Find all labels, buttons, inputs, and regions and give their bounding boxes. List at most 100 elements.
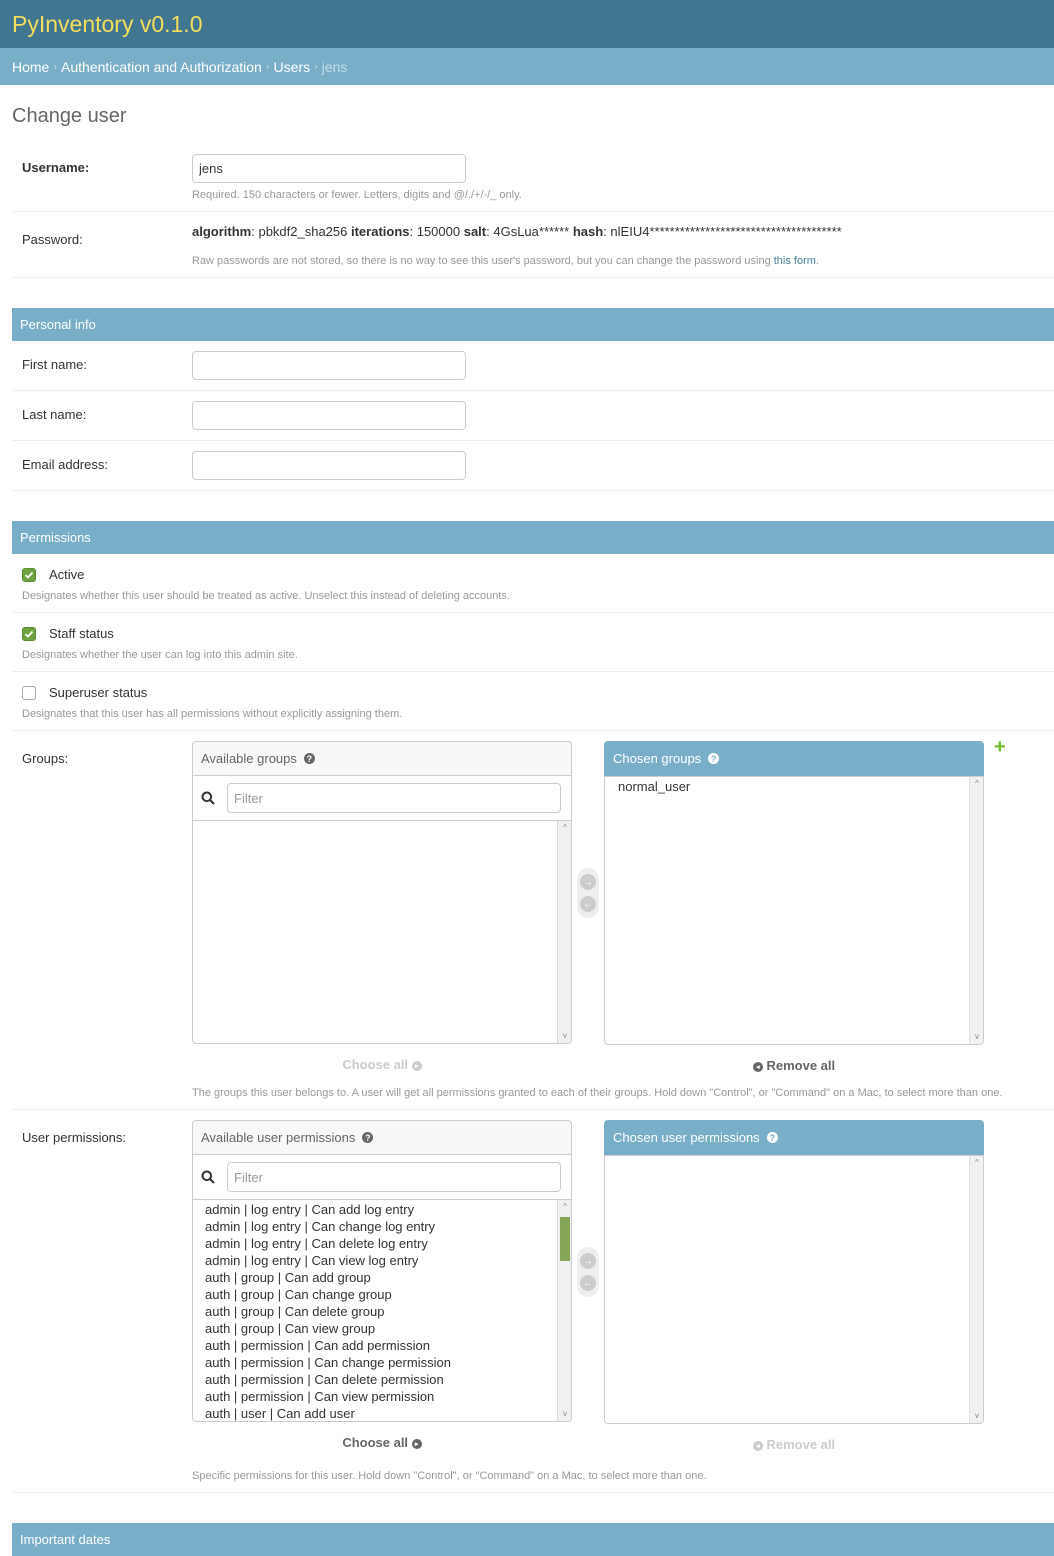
staff-row: Staff status Designates whether the user… bbox=[12, 613, 1054, 672]
active-checkbox[interactable] bbox=[22, 567, 36, 582]
arrow-right-icon: ▸ bbox=[411, 1438, 422, 1449]
scroll-up-icon[interactable]: ^ bbox=[558, 1200, 571, 1214]
password-help: Raw passwords are not stored, so there i… bbox=[192, 255, 1044, 267]
help-icon[interactable]: ? bbox=[766, 1132, 778, 1143]
scroll-down-icon[interactable]: v bbox=[558, 1407, 571, 1421]
superuser-status-help: Designates that this user has all permis… bbox=[22, 708, 403, 720]
available-permission-option[interactable]: auth | permission | Can add permission bbox=[205, 1337, 571, 1354]
available-permission-option[interactable]: admin | log entry | Can delete log entry bbox=[205, 1235, 571, 1252]
available-permission-option[interactable]: admin | log entry | Can add log entry bbox=[205, 1201, 571, 1218]
site-title[interactable]: PyInventory v0.1.0 bbox=[12, 11, 203, 38]
scrollbar[interactable]: ^ v bbox=[969, 777, 983, 1044]
last-name-label: Last name: bbox=[22, 407, 87, 422]
chosen-permissions-box: Chosen user permissions ? ^ v ◂ Remove al… bbox=[604, 1120, 984, 1452]
add-arrow-icon[interactable]: → bbox=[580, 874, 596, 890]
permissions-move-buttons: → ← bbox=[577, 1247, 599, 1297]
superuser-status-label[interactable]: Superuser status bbox=[49, 685, 147, 700]
add-group-plus-icon[interactable]: + bbox=[994, 737, 1006, 757]
chosen-groups-box: Chosen groups ? normal_user ^ v ◂ Remove … bbox=[604, 741, 984, 1073]
last-name-input[interactable] bbox=[192, 401, 466, 430]
available-permissions-list[interactable]: admin | log entry | Can add log entry adm… bbox=[192, 1200, 572, 1422]
scrollbar-thumb[interactable] bbox=[560, 1217, 570, 1261]
scrollbar[interactable]: ^ v bbox=[557, 821, 571, 1043]
check-icon bbox=[24, 630, 34, 638]
scrollbar[interactable]: ^ v bbox=[557, 1200, 571, 1421]
search-icon bbox=[201, 1170, 215, 1184]
remove-arrow-icon[interactable]: ← bbox=[580, 896, 596, 912]
help-icon[interactable]: ? bbox=[303, 753, 315, 764]
breadcrumb-home[interactable]: Home bbox=[12, 59, 49, 75]
available-permission-option[interactable]: auth | permission | Can change permissio… bbox=[205, 1354, 571, 1371]
add-arrow-icon[interactable]: → bbox=[580, 1253, 596, 1269]
groups-selector: Available groups ? ^v Choose all ▸ bbox=[192, 737, 1044, 1073]
choose-all-permissions-button[interactable]: Choose all ▸ bbox=[192, 1435, 572, 1450]
staff-status-checkbox[interactable] bbox=[22, 626, 36, 641]
arrow-left-icon: ◂ bbox=[752, 1440, 763, 1451]
choose-all-groups-button[interactable]: Choose all ▸ bbox=[192, 1057, 572, 1072]
last-name-row: Last name: bbox=[12, 391, 1054, 441]
breadcrumb-model[interactable]: Users bbox=[274, 59, 311, 75]
available-permission-option[interactable]: admin | log entry | Can view log entry bbox=[205, 1252, 571, 1269]
password-hash-summary: algorithm: pbkdf2_sha256 iterations: 150… bbox=[192, 222, 1044, 239]
scroll-up-icon[interactable]: ^ bbox=[970, 1156, 983, 1170]
available-permission-option[interactable]: auth | user | Can add user bbox=[205, 1405, 571, 1421]
email-label: Email address: bbox=[22, 457, 108, 472]
important-dates-heading: Important dates bbox=[12, 1523, 1054, 1556]
remove-all-label: Remove all bbox=[766, 1058, 836, 1073]
personal-info-heading: Personal info bbox=[12, 308, 1054, 341]
permissions-filter bbox=[192, 1155, 572, 1200]
salt-value: : 4GsLua****** bbox=[486, 224, 573, 239]
available-groups-list[interactable]: ^ v bbox=[192, 821, 572, 1044]
groups-filter-input[interactable] bbox=[227, 783, 561, 813]
user-permissions-help: Specific permissions for this user. Hold… bbox=[192, 1470, 707, 1482]
help-icon[interactable]: ? bbox=[708, 753, 720, 764]
available-groups-title: Available groups bbox=[201, 751, 297, 766]
help-icon[interactable]: ? bbox=[362, 1132, 374, 1143]
available-permission-option[interactable]: auth | permission | Can delete permissio… bbox=[205, 1371, 571, 1388]
available-permission-option[interactable]: auth | group | Can view group bbox=[205, 1320, 571, 1337]
available-permission-option[interactable]: admin | log entry | Can change log entry bbox=[205, 1218, 571, 1235]
scroll-up-icon[interactable]: ^ bbox=[558, 821, 571, 835]
user-permissions-selector: Available user permissions ? admin | log… bbox=[192, 1120, 1044, 1452]
remove-all-groups-button[interactable]: ◂ Remove all bbox=[604, 1058, 984, 1073]
iterations-key: iterations bbox=[350, 224, 410, 239]
first-name-input[interactable] bbox=[192, 351, 466, 380]
available-permissions-box: Available user permissions ? admin | log… bbox=[192, 1120, 572, 1450]
available-permission-option[interactable]: auth | group | Can add group bbox=[205, 1269, 571, 1286]
change-password-link[interactable]: this form bbox=[774, 255, 816, 267]
available-permission-option[interactable]: auth | permission | Can view permission bbox=[205, 1388, 571, 1405]
scroll-down-icon[interactable]: v bbox=[558, 1029, 571, 1043]
groups-filter bbox=[192, 776, 572, 821]
arrow-left-icon: ◂ bbox=[752, 1061, 763, 1072]
content: Change user Username: Required. 150 char… bbox=[0, 105, 1054, 1556]
active-label[interactable]: Active bbox=[49, 567, 84, 582]
groups-move-buttons: → ← bbox=[577, 868, 599, 918]
first-name-label: First name: bbox=[22, 357, 88, 372]
available-permission-option[interactable]: auth | group | Can change group bbox=[205, 1286, 571, 1303]
superuser-status-checkbox[interactable] bbox=[22, 685, 36, 700]
scrollbar[interactable]: ^ v bbox=[969, 1156, 983, 1423]
scroll-up-icon[interactable]: ^ bbox=[970, 777, 983, 791]
remove-arrow-icon[interactable]: ← bbox=[580, 1275, 596, 1291]
available-groups-box: Available groups ? ^v Choose all ▸ bbox=[192, 741, 572, 1072]
staff-status-help: Designates whether the user can log into… bbox=[22, 649, 298, 661]
remove-all-permissions-button[interactable]: ◂ Remove all bbox=[604, 1437, 984, 1452]
chosen-group-option[interactable]: normal_user bbox=[618, 778, 983, 795]
salt-key: salt bbox=[463, 224, 487, 239]
email-input[interactable] bbox=[192, 451, 466, 480]
scroll-down-icon[interactable]: v bbox=[970, 1030, 983, 1044]
page-title: Change user bbox=[12, 105, 127, 127]
password-help-text: Raw passwords are not stored, so there i… bbox=[192, 255, 774, 267]
chosen-permissions-list[interactable]: ^ v bbox=[604, 1155, 984, 1424]
groups-label: Groups: bbox=[22, 751, 69, 766]
breadcrumb: Home › Authentication and Authorization … bbox=[0, 48, 1054, 85]
scroll-down-icon[interactable]: v bbox=[970, 1409, 983, 1423]
staff-status-label[interactable]: Staff status bbox=[49, 626, 114, 641]
username-input[interactable] bbox=[192, 154, 466, 183]
chosen-groups-list[interactable]: normal_user ^ v bbox=[604, 776, 984, 1045]
breadcrumb-app[interactable]: Authentication and Authorization bbox=[61, 59, 262, 75]
available-permission-option[interactable]: auth | group | Can delete group bbox=[205, 1303, 571, 1320]
permissions-filter-input[interactable] bbox=[227, 1162, 561, 1192]
available-groups-header: Available groups ? bbox=[192, 741, 572, 776]
available-permissions-header: Available user permissions ? bbox=[192, 1120, 572, 1155]
